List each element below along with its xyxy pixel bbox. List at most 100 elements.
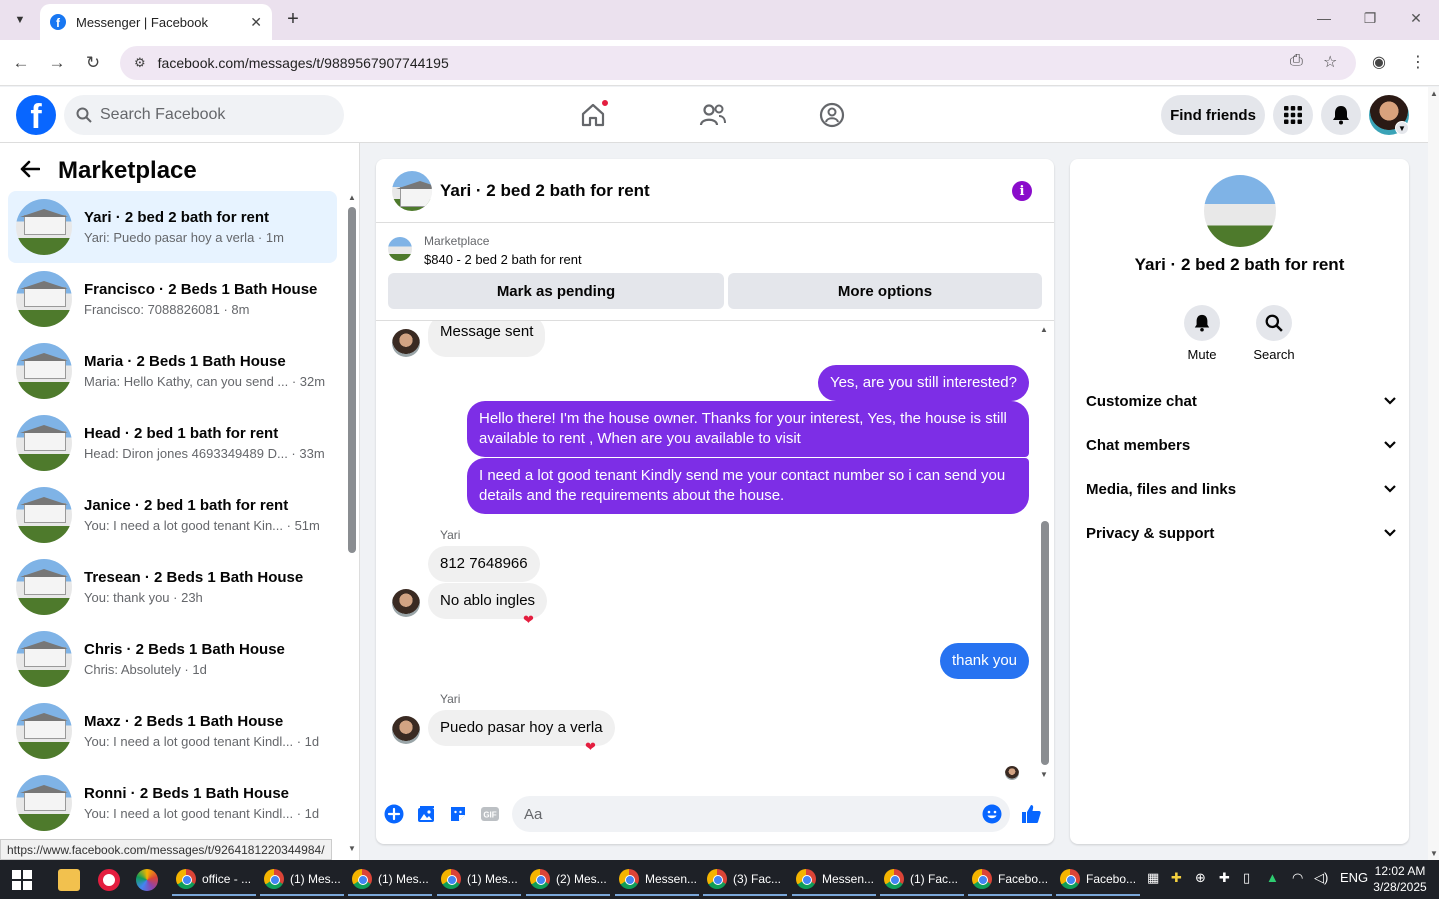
new-tab-button[interactable]: + <box>282 8 304 30</box>
facebook-search[interactable] <box>64 95 344 135</box>
plus-circle-icon[interactable] <box>383 803 405 825</box>
usb-icon[interactable]: ▯ <box>1243 870 1250 886</box>
taskbar-window[interactable]: Messen... <box>792 864 876 896</box>
taskbar-window[interactable]: Facebo... <box>1056 864 1140 896</box>
drive-icon[interactable]: ▲ <box>1266 870 1279 885</box>
listing-mini-thumbnail <box>388 237 412 261</box>
install-app-icon[interactable]: ⎙ <box>1290 52 1303 70</box>
friends-nav-icon[interactable] <box>697 99 729 131</box>
heart-reaction-icon[interactable]: ❤ <box>585 739 596 755</box>
svg-text:GIF: GIF <box>483 811 496 820</box>
heart-reaction-icon[interactable]: ❤ <box>523 612 534 628</box>
wifi-icon[interactable]: ◠ <box>1292 870 1303 886</box>
system-clock[interactable]: 12:02 AM 3/28/2025 <box>1368 863 1432 895</box>
chat-listing-thumbnail[interactable] <box>392 170 432 211</box>
site-settings-icon[interactable]: ⚙ <box>134 55 146 71</box>
contact-avatar[interactable] <box>392 329 420 357</box>
listing-price[interactable]: $840 - 2 bed 2 bath for rent <box>424 252 582 267</box>
taskbar-window[interactable]: Messen... <box>615 864 699 896</box>
conversation-item[interactable]: Head · 2 bed 1 bath for rent Head: Diron … <box>8 407 337 479</box>
taskbar-window[interactable]: (1) Mes... <box>437 864 521 896</box>
color-app-icon[interactable] <box>136 869 158 891</box>
taskbar-window[interactable]: (3) Fac... <box>703 864 787 896</box>
taskbar-window[interactable]: Facebo... <box>968 864 1052 896</box>
chat-title[interactable]: Yari · 2 bed 2 bath for rent <box>440 181 650 201</box>
browser-tab-messenger[interactable]: f Messenger | Facebook ✕ <box>40 4 272 40</box>
reload-icon[interactable]: ↻ <box>82 52 104 74</box>
windows-start-icon[interactable] <box>12 870 32 890</box>
conversation-preview: Maria: Hello Kathy, can you send ... · 3… <box>84 374 326 389</box>
back-arrow-icon[interactable] <box>20 158 41 184</box>
minimize-icon[interactable]: — <box>1314 10 1334 26</box>
conversation-item[interactable]: Francisco · 2 Beds 1 Bath House Francisco… <box>8 263 337 335</box>
message-bubble: Message sent <box>428 321 546 357</box>
chat-members-section[interactable]: Chat members <box>1086 423 1396 467</box>
section-label: Customize chat <box>1086 392 1197 410</box>
privacy-support-section[interactable]: Privacy & support <box>1086 511 1396 555</box>
bookmark-star-icon[interactable]: ☆ <box>1323 52 1337 72</box>
volume-icon[interactable]: ◁) <box>1314 870 1328 886</box>
chrome-icon <box>264 869 284 889</box>
globe-icon[interactable]: ⊕ <box>1195 870 1206 886</box>
notifications-bell-icon[interactable] <box>1321 95 1361 135</box>
media-files-links-section[interactable]: Media, files and links <box>1086 467 1396 511</box>
conversation-item[interactable]: Chris · 2 Beds 1 Bath House Chris: Absolu… <box>8 623 337 695</box>
conversation-item[interactable]: Yari · 2 bed 2 bath for rent Yari: Puedo … <box>8 191 337 263</box>
tab-close-icon[interactable]: ✕ <box>250 14 262 31</box>
plus-tray-icon[interactable]: ✚ <box>1219 870 1230 886</box>
url-omnibox[interactable]: ⚙ facebook.com/messages/t/98895679077441… <box>120 46 1356 80</box>
mark-as-pending-button[interactable]: Mark as pending <box>388 273 724 309</box>
message-input-wrapper <box>512 796 1010 832</box>
taskbar-window[interactable]: (1) Fac... <box>880 864 964 896</box>
search-in-conversation-button[interactable]: Search <box>1244 305 1304 362</box>
contact-avatar[interactable] <box>392 716 420 744</box>
file-explorer-icon[interactable] <box>58 869 80 891</box>
conversation-item[interactable]: Ronni · 2 Beds 1 Bath House You: I need a… <box>8 767 337 839</box>
sticker-icon[interactable] <box>447 803 469 825</box>
profile-icon[interactable]: ◉ <box>1372 52 1386 72</box>
more-options-button[interactable]: More options <box>728 273 1042 309</box>
contact-avatar[interactable] <box>392 589 420 617</box>
chrome-icon <box>707 869 727 889</box>
taskbar-window[interactable]: (2) Mes... <box>526 864 610 896</box>
conversation-name: Maria · 2 Beds 1 Bath House <box>84 353 286 370</box>
browser-menu-icon[interactable]: ⋮ <box>1410 52 1426 72</box>
listing-large-thumbnail[interactable] <box>1204 175 1276 247</box>
conversation-item[interactable]: Maria · 2 Beds 1 Bath House Maria: Hello … <box>8 335 337 407</box>
forward-icon[interactable]: → <box>46 52 68 74</box>
message-input[interactable] <box>524 805 964 823</box>
tray-addon-icon[interactable]: ✚ <box>1171 870 1182 886</box>
language-indicator[interactable]: ENG <box>1340 870 1368 885</box>
mute-button[interactable]: Mute <box>1172 305 1232 362</box>
conversation-item[interactable]: Maxz · 2 Beds 1 Bath House You: I need a … <box>8 695 337 767</box>
conversation-item[interactable]: Janice · 2 bed 1 bath for rent You: I nee… <box>8 479 337 551</box>
page-scrollbar[interactable]: ▲ ▼ <box>1428 87 1439 860</box>
conversation-name: Janice · 2 bed 1 bath for rent <box>84 497 289 514</box>
taskbar-window[interactable]: (1) Mes... <box>260 864 344 896</box>
conversation-item[interactable]: Tresean · 2 Beds 1 Bath House You: thank … <box>8 551 337 623</box>
emoji-icon[interactable] <box>981 803 1003 825</box>
taskbar-window[interactable]: office - ... <box>172 864 256 896</box>
facebook-logo-icon[interactable]: f <box>16 95 56 135</box>
taskbar-window[interactable]: (1) Mes... <box>348 864 432 896</box>
photo-gallery-icon[interactable] <box>415 803 437 825</box>
gif-icon[interactable]: GIF <box>479 803 501 825</box>
back-icon[interactable]: ← <box>10 52 32 74</box>
conversation-info-icon[interactable]: i <box>1012 181 1032 201</box>
mute-label: Mute <box>1187 347 1217 362</box>
menu-grid-icon[interactable] <box>1273 95 1313 135</box>
search-input[interactable] <box>100 106 320 124</box>
account-chevron-down-icon[interactable]: ▼ <box>1395 121 1409 135</box>
tab-search-dropdown-icon[interactable]: ▼ <box>8 8 32 32</box>
find-friends-button[interactable]: Find friends <box>1161 95 1265 135</box>
customize-chat-section[interactable]: Customize chat <box>1086 379 1396 423</box>
close-window-icon[interactable]: ✕ <box>1406 10 1426 27</box>
thumbs-up-icon[interactable] <box>1020 803 1042 825</box>
groups-nav-icon[interactable] <box>816 99 848 131</box>
restore-icon[interactable]: ❐ <box>1360 10 1380 27</box>
message-scrollbar[interactable]: ▲ ▼ <box>1040 325 1050 779</box>
sidebar-scrollbar[interactable]: ▲ ▼ <box>346 193 358 853</box>
home-nav-icon[interactable] <box>577 99 609 131</box>
opera-browser-icon[interactable] <box>98 869 120 891</box>
tray-app-icon[interactable]: ▦ <box>1147 870 1159 886</box>
